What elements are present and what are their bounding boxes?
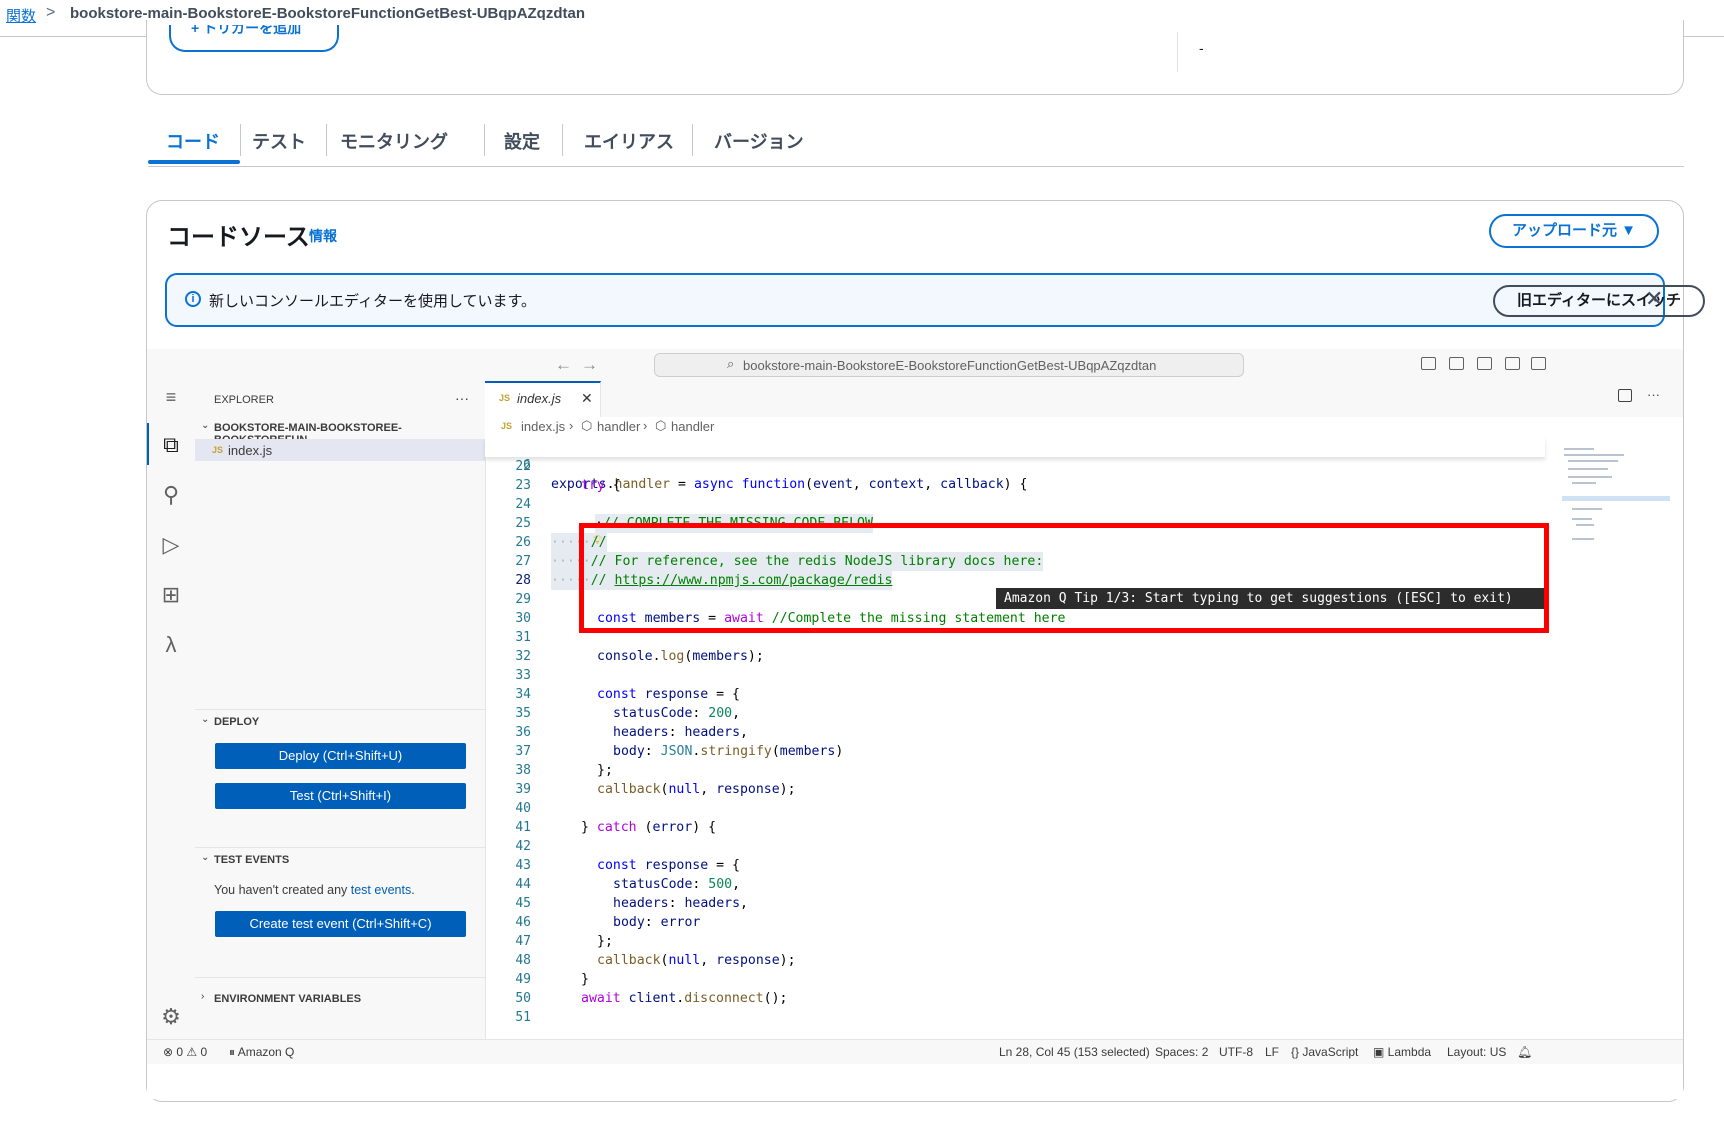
search-icon[interactable]: ⚲	[157, 481, 185, 509]
back-arrow-icon[interactable]: ←	[555, 355, 572, 375]
explorer-icon[interactable]: ⧉	[157, 431, 185, 459]
js-file-icon: JS	[212, 445, 224, 455]
crumb-symbol[interactable]: handler	[597, 419, 640, 434]
active-view-indicator	[147, 423, 149, 465]
test-events-section-title[interactable]: TEST EVENTS	[214, 854, 289, 866]
editor-tab-index-js[interactable]: JS index.js ✕	[485, 381, 601, 417]
active-tab-indicator	[148, 160, 240, 164]
function-tabs: コード テスト モニタリング 設定 エイリアス バージョン	[148, 118, 1684, 167]
activity-bar: ≡ ⧉ ⚲ ▷ ⊞ λ ⚙	[147, 381, 196, 1039]
toggle-secondary-sidebar-icon[interactable]	[1477, 357, 1492, 370]
tab-settings[interactable]: 設定	[504, 128, 540, 154]
close-icon[interactable]: ✕	[1645, 286, 1663, 312]
deploy-section-title[interactable]: DEPLOY	[214, 716, 259, 728]
crumb-symbol[interactable]: handler	[671, 419, 714, 434]
tab-separator	[240, 124, 241, 156]
tab-separator	[484, 124, 485, 156]
menu-icon[interactable]: ≡	[157, 383, 185, 411]
chevron-right-icon[interactable]: ›	[201, 991, 204, 1002]
tab-monitoring[interactable]: モニタリング	[340, 128, 448, 154]
fullscreen-icon[interactable]	[1531, 357, 1546, 370]
highlight-box	[579, 523, 1549, 633]
divider	[195, 847, 485, 848]
info-icon: i	[185, 291, 201, 307]
switch-old-editor-button[interactable]: 旧エディターにスイッチ	[1493, 285, 1705, 317]
function-overview-card: + トリガーを追加 -	[146, 20, 1684, 95]
add-trigger-button[interactable]: + トリガーを追加	[169, 25, 339, 52]
bell-icon[interactable]: 🔔︎	[1517, 1045, 1532, 1059]
js-file-icon: JS	[499, 393, 511, 403]
customize-layout-icon[interactable]	[1505, 357, 1520, 370]
cursor-position[interactable]: Ln 28, Col 45 (153 selected)	[999, 1045, 1150, 1059]
gear-icon[interactable]: ⚙	[157, 1003, 185, 1031]
lambda-status[interactable]: ▣ Lambda	[1373, 1045, 1431, 1059]
create-test-event-button[interactable]: Create test event (Ctrl+Shift+C)	[215, 911, 466, 937]
tab-versions[interactable]: バージョン	[714, 128, 804, 154]
search-icon: ⌕	[727, 356, 735, 371]
run-debug-icon[interactable]: ▷	[157, 531, 185, 559]
editor-breadcrumb: JS index.js › ⬡ handler › ⬡ handler	[485, 417, 1683, 439]
more-actions-icon[interactable]: ···	[1647, 387, 1660, 402]
tab-separator	[692, 124, 693, 156]
chevron-right-icon: >	[46, 4, 56, 21]
more-actions-icon[interactable]: ···	[455, 390, 469, 406]
tab-separator	[326, 124, 327, 156]
command-center[interactable]: ⌕ bookstore-main-BookstoreE-BookstoreFun…	[654, 353, 1244, 377]
tab-test[interactable]: テスト	[252, 128, 306, 154]
env-vars-section-title[interactable]: ENVIRONMENT VARIABLES	[214, 993, 361, 1005]
sticky-scroll-line[interactable]: 6 exports.handler = async function(event…	[485, 437, 1545, 492]
close-tab-icon[interactable]: ✕	[581, 390, 593, 407]
banner-message: 新しいコンソールエディターを使用しています。	[209, 293, 537, 310]
chevron-down-icon[interactable]: ⌄	[201, 714, 209, 725]
tab-code[interactable]: コード	[166, 128, 220, 154]
chevron-down-icon[interactable]: ⌄	[201, 852, 209, 863]
test-button[interactable]: Test (Ctrl+Shift+I)	[215, 783, 466, 809]
eol-status[interactable]: LF	[1265, 1045, 1279, 1059]
chevron-down-icon[interactable]: ⌄	[201, 420, 209, 431]
encoding-status[interactable]: UTF-8	[1219, 1045, 1253, 1059]
overview-value: -	[1199, 40, 1204, 56]
divider	[1177, 32, 1178, 72]
code-editor: ← → ⌕ bookstore-main-BookstoreE-Bookstor…	[147, 349, 1683, 1099]
toggle-sidebar-icon[interactable]	[1421, 357, 1436, 370]
chevron-right-icon: ›	[643, 418, 648, 433]
function-icon: ⬡	[655, 418, 667, 433]
info-banner: i 新しいコンソールエディターを使用しています。 旧エディターにスイッチ ✕	[165, 273, 1705, 327]
tab-aliases[interactable]: エイリアス	[584, 128, 674, 154]
keyboard-layout-status[interactable]: Layout: US	[1447, 1045, 1506, 1059]
extensions-icon[interactable]: ⊞	[157, 581, 185, 609]
function-icon: ⬡	[581, 418, 593, 433]
test-events-link[interactable]: test events	[351, 883, 411, 897]
divider	[195, 977, 485, 978]
info-link[interactable]: 情報	[309, 226, 337, 246]
minimap[interactable]	[1562, 448, 1670, 568]
explorer-sidebar: EXPLORER ··· ⌄ BOOKSTORE-MAIN-BOOKSTOREE…	[195, 381, 486, 1039]
crumb-file[interactable]: index.js	[521, 419, 565, 434]
indentation-status[interactable]: Spaces: 2	[1155, 1045, 1208, 1059]
editor-tabbar: JS index.js ✕ ···	[485, 381, 1683, 418]
deploy-button[interactable]: Deploy (Ctrl+Shift+U)	[215, 743, 466, 769]
chevron-right-icon: ›	[569, 418, 574, 433]
upload-from-button[interactable]: アップロード元 ▼	[1489, 214, 1659, 248]
breadcrumb-functions-link[interactable]: 関数	[6, 5, 36, 26]
problems-status[interactable]: ⊗ 0 ⚠ 0	[163, 1045, 207, 1059]
js-file-icon: JS	[501, 421, 513, 431]
amazon-q-status[interactable]: ⏸ Amazon Q	[229, 1045, 294, 1060]
file-row-selected[interactable]: JS index.js	[195, 439, 485, 461]
divider	[195, 709, 485, 710]
page-title: コードソース	[167, 224, 310, 251]
language-status[interactable]: {} JavaScript	[1291, 1045, 1358, 1059]
editor-titlebar: ← → ⌕ bookstore-main-BookstoreE-Bookstor…	[147, 349, 1683, 381]
forward-arrow-icon[interactable]: →	[581, 355, 598, 375]
split-editor-icon[interactable]	[1618, 389, 1632, 402]
file-name: index.js	[228, 443, 273, 458]
tab-separator	[562, 124, 563, 156]
lambda-icon[interactable]: λ	[157, 631, 185, 659]
toggle-panel-icon[interactable]	[1449, 357, 1464, 370]
status-bar: ⊗ 0 ⚠ 0 ⏸ Amazon Q Ln 28, Col 45 (153 se…	[147, 1039, 1683, 1064]
test-events-message: You haven't created any test events.	[214, 883, 415, 897]
explorer-title: EXPLORER	[214, 394, 274, 406]
code-source-card: コードソース 情報 アップロード元 ▼ i 新しいコンソールエディターを使用して…	[146, 200, 1705, 1102]
